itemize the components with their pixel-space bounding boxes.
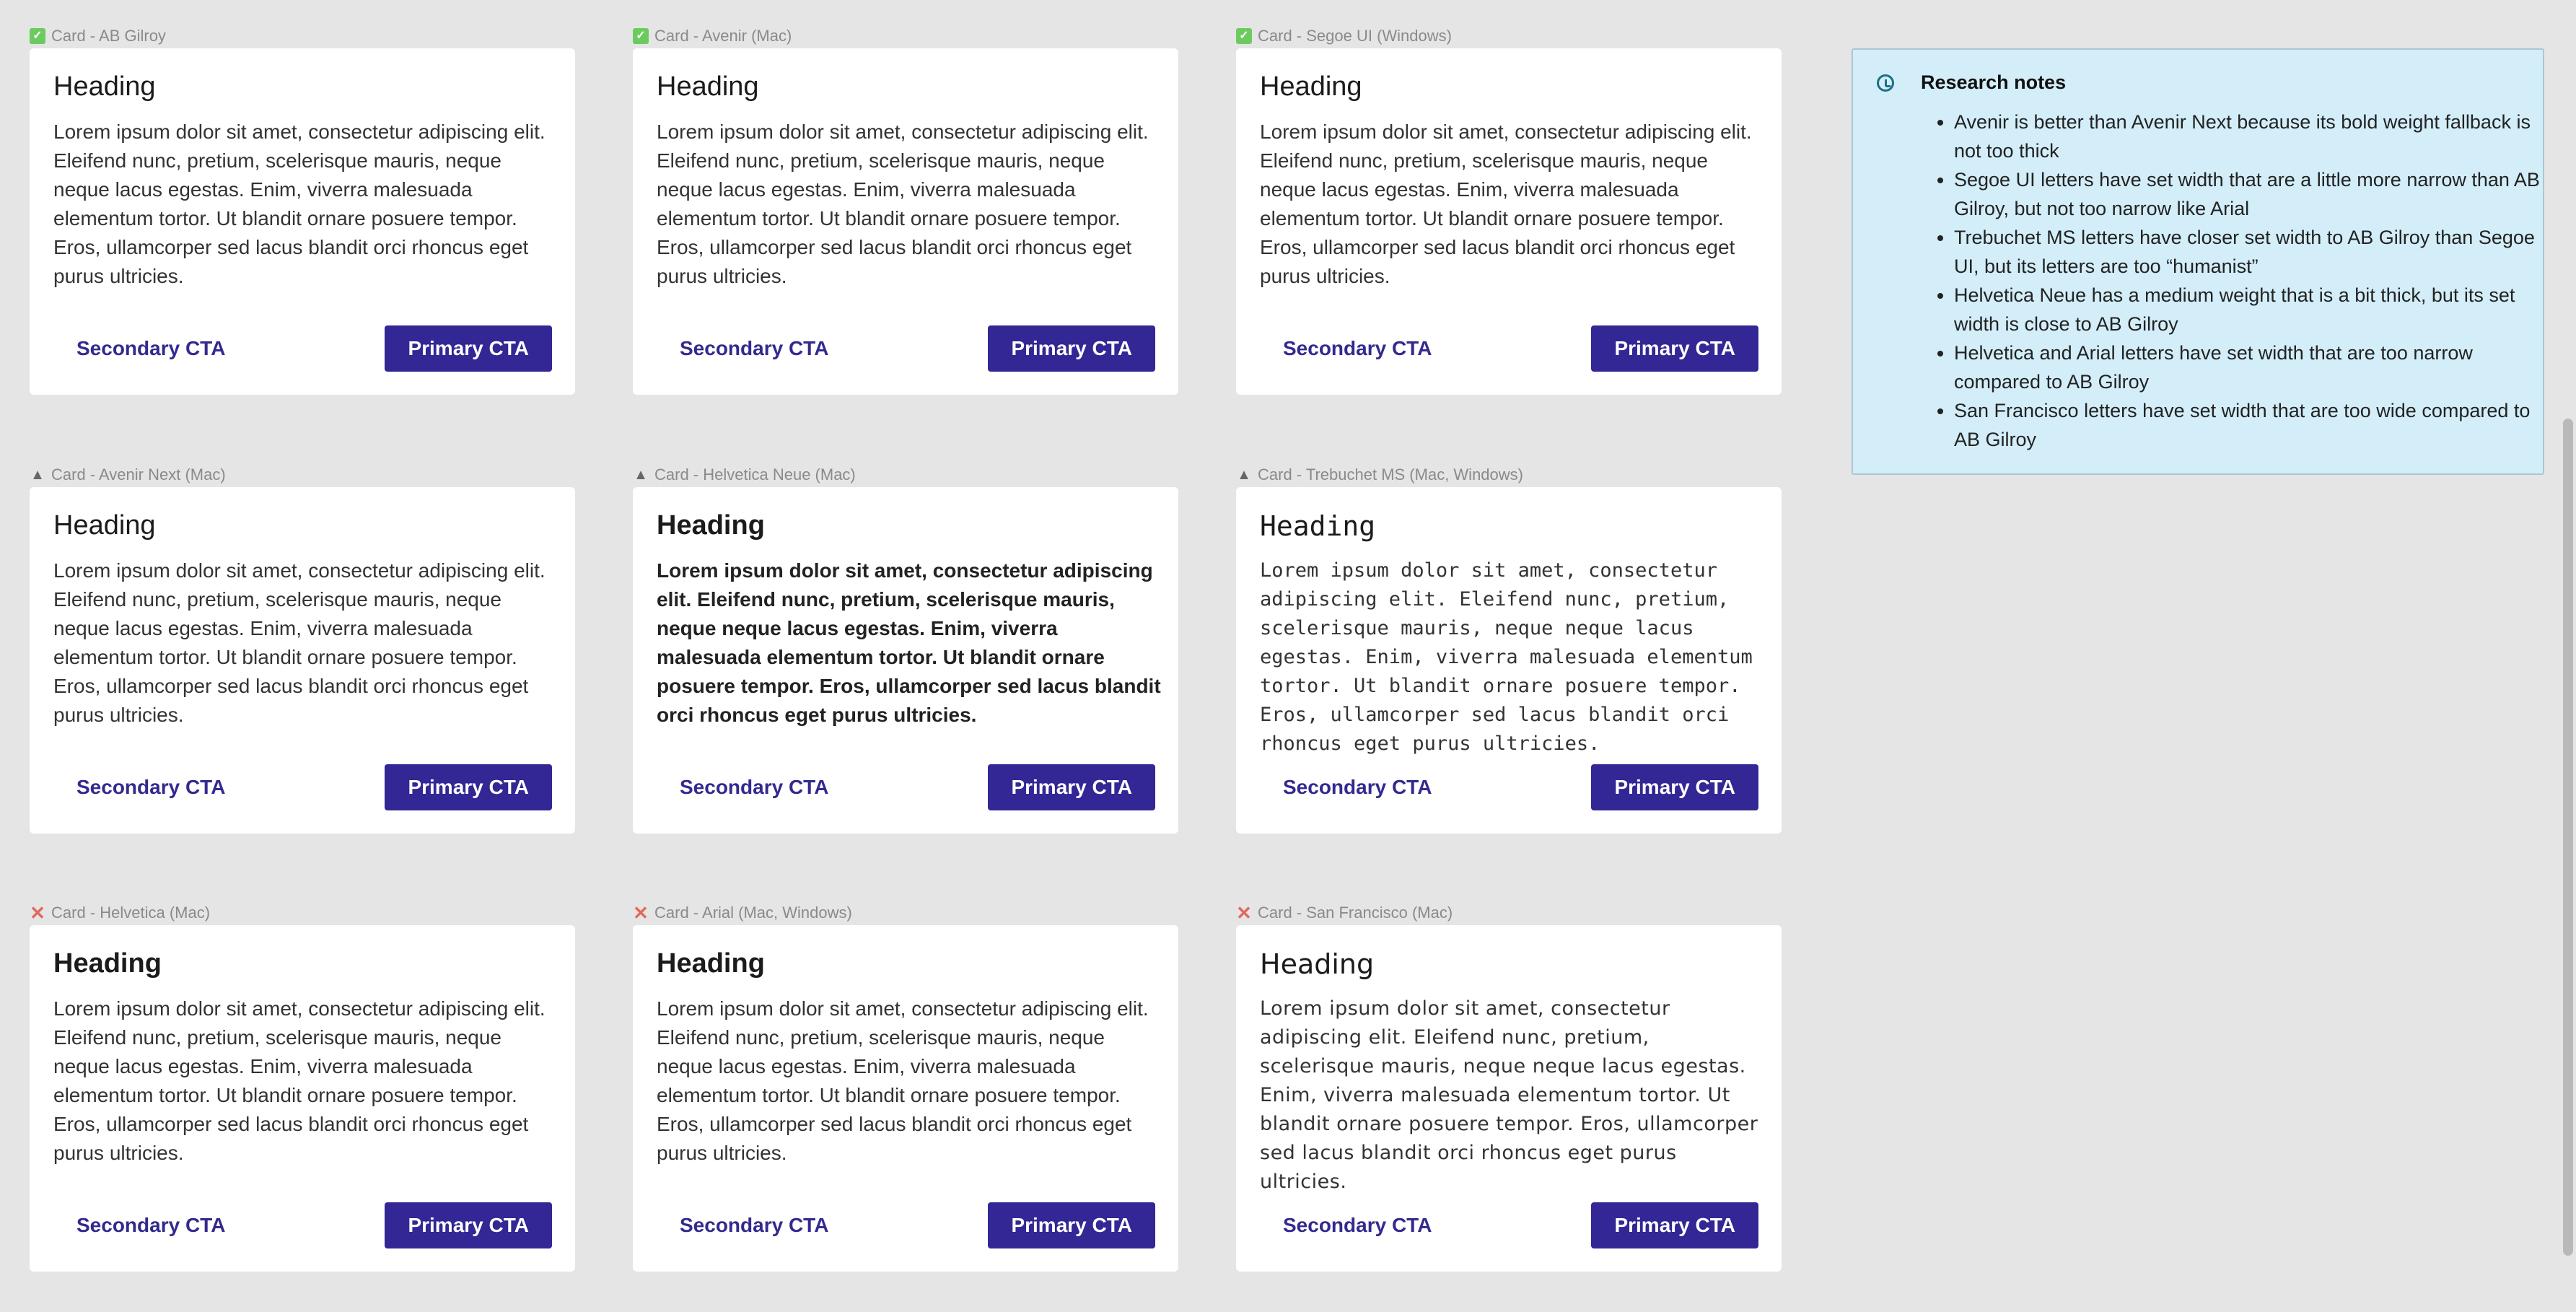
frame-label-text: Card - Helvetica Neue (Mac) <box>654 465 856 484</box>
secondary-cta-button[interactable]: Secondary CTA <box>53 764 248 810</box>
card: Heading Lorem ipsum dolor sit amet, cons… <box>30 487 575 834</box>
secondary-cta-button[interactable]: Secondary CTA <box>1260 1202 1455 1248</box>
card: Heading Lorem ipsum dolor sit amet, cons… <box>1236 487 1782 834</box>
list-item: Helvetica Neue has a medium weight that … <box>1954 281 2546 338</box>
checkmark-icon: ✓ <box>30 28 45 44</box>
list-item: Helvetica and Arial letters have set wid… <box>1954 338 2546 396</box>
card: Heading Lorem ipsum dolor sit amet, cons… <box>633 925 1178 1272</box>
primary-cta-button[interactable]: Primary CTA <box>385 325 552 372</box>
list-item: Avenir is better than Avenir Next becaus… <box>1954 108 2546 165</box>
primary-cta-button[interactable]: Primary CTA <box>1591 1202 1758 1248</box>
card-heading: Heading <box>1260 71 1362 102</box>
card-heading: Heading <box>53 71 156 102</box>
card-body: Lorem ipsum dolor sit amet, consectetur … <box>1260 121 1752 287</box>
card-heading: Heading <box>657 948 765 979</box>
card-body: Lorem ipsum dolor sit amet, consectetur … <box>657 997 1149 1164</box>
cross-icon: ✕ <box>1236 902 1252 924</box>
frame-label: ▲ Card - Trebuchet MS (Mac, Windows) <box>1236 465 1523 484</box>
primary-cta-button[interactable]: Primary CTA <box>988 325 1155 372</box>
frame-label: ▲ Card - Helvetica Neue (Mac) <box>633 465 856 484</box>
secondary-cta-button[interactable]: Secondary CTA <box>1260 764 1455 810</box>
card-heading: Heading <box>53 510 156 541</box>
frame-label-text: Card - Avenir (Mac) <box>654 27 792 45</box>
card-heading: Heading <box>1260 948 1375 980</box>
frame-label-text: Card - AB Gilroy <box>51 27 166 45</box>
secondary-cta-button[interactable]: Secondary CTA <box>657 325 851 372</box>
card: Heading Lorem ipsum dolor sit amet, cons… <box>30 48 575 395</box>
list-item: Trebuchet MS letters have closer set wid… <box>1954 223 2546 281</box>
frame-label: ✕ Card - Arial (Mac, Windows) <box>633 904 852 922</box>
frame-label: ✕ Card - San Francisco (Mac) <box>1236 904 1453 922</box>
primary-cta-button[interactable]: Primary CTA <box>385 764 552 810</box>
frame-label: ✓ Card - Avenir (Mac) <box>633 27 792 45</box>
secondary-cta-button[interactable]: Secondary CTA <box>53 325 248 372</box>
info-clock-icon <box>1877 74 1894 92</box>
list-item: Segoe UI letters have set width that are… <box>1954 165 2546 223</box>
frame-label-text: Card - San Francisco (Mac) <box>1258 904 1453 922</box>
card: Heading Lorem ipsum dolor sit amet, cons… <box>633 487 1178 834</box>
card-body: Lorem ipsum dolor sit amet, consectetur … <box>1260 559 1753 755</box>
card-body: Lorem ipsum dolor sit amet, consectetur … <box>657 559 1161 726</box>
secondary-cta-button[interactable]: Secondary CTA <box>657 1202 851 1248</box>
checkmark-icon: ✓ <box>633 28 649 44</box>
card-body: Lorem ipsum dolor sit amet, consectetur … <box>1260 997 1758 1193</box>
frame-label-text: Card - Segoe UI (Windows) <box>1258 27 1452 45</box>
frame-label-text: Card - Arial (Mac, Windows) <box>654 904 852 922</box>
card: Heading Lorem ipsum dolor sit amet, cons… <box>1236 48 1782 395</box>
warning-icon: ▲ <box>1237 467 1251 483</box>
warning-icon: ▲ <box>634 467 648 483</box>
frame-label: ✕ Card - Helvetica (Mac) <box>30 904 210 922</box>
primary-cta-button[interactable]: Primary CTA <box>988 764 1155 810</box>
primary-cta-button[interactable]: Primary CTA <box>385 1202 552 1248</box>
frame-label: ✓ Card - AB Gilroy <box>30 27 166 45</box>
card-body: Lorem ipsum dolor sit amet, consectetur … <box>53 121 546 287</box>
primary-cta-button[interactable]: Primary CTA <box>1591 325 1758 372</box>
card: Heading Lorem ipsum dolor sit amet, cons… <box>30 925 575 1272</box>
research-notes-list: Avenir is better than Avenir Next becaus… <box>1925 108 2546 454</box>
cross-icon: ✕ <box>30 902 45 924</box>
secondary-cta-button[interactable]: Secondary CTA <box>53 1202 248 1248</box>
secondary-cta-button[interactable]: Secondary CTA <box>1260 325 1455 372</box>
frame-label: ▲ Card - Avenir Next (Mac) <box>30 465 226 484</box>
research-notes-panel: Research notes Avenir is better than Ave… <box>1852 48 2544 475</box>
frame-label: ✓ Card - Segoe UI (Windows) <box>1236 27 1452 45</box>
card: Heading Lorem ipsum dolor sit amet, cons… <box>1236 925 1782 1272</box>
card-heading: Heading <box>53 948 162 979</box>
checkmark-icon: ✓ <box>1236 28 1252 44</box>
frame-label-text: Card - Helvetica (Mac) <box>51 904 211 922</box>
secondary-cta-button[interactable]: Secondary CTA <box>657 764 851 810</box>
card-heading: Heading <box>657 510 765 541</box>
research-notes-title: Research notes <box>1921 71 2067 93</box>
frame-label-text: Card - Avenir Next (Mac) <box>51 465 226 484</box>
warning-icon: ▲ <box>30 467 45 483</box>
card-body: Lorem ipsum dolor sit amet, consectetur … <box>53 559 546 726</box>
frame-label-text: Card - Trebuchet MS (Mac, Windows) <box>1258 465 1523 484</box>
card-heading: Heading <box>657 71 759 102</box>
card-body: Lorem ipsum dolor sit amet, consectetur … <box>53 997 546 1164</box>
card: Heading Lorem ipsum dolor sit amet, cons… <box>633 48 1178 395</box>
cross-icon: ✕ <box>633 902 649 924</box>
primary-cta-button[interactable]: Primary CTA <box>988 1202 1155 1248</box>
card-body: Lorem ipsum dolor sit amet, consectetur … <box>657 121 1149 287</box>
list-item: San Francisco letters have set width tha… <box>1954 396 2546 454</box>
primary-cta-button[interactable]: Primary CTA <box>1591 764 1758 810</box>
card-heading: Heading <box>1260 510 1376 542</box>
vertical-scrollbar[interactable] <box>2563 419 2573 1256</box>
